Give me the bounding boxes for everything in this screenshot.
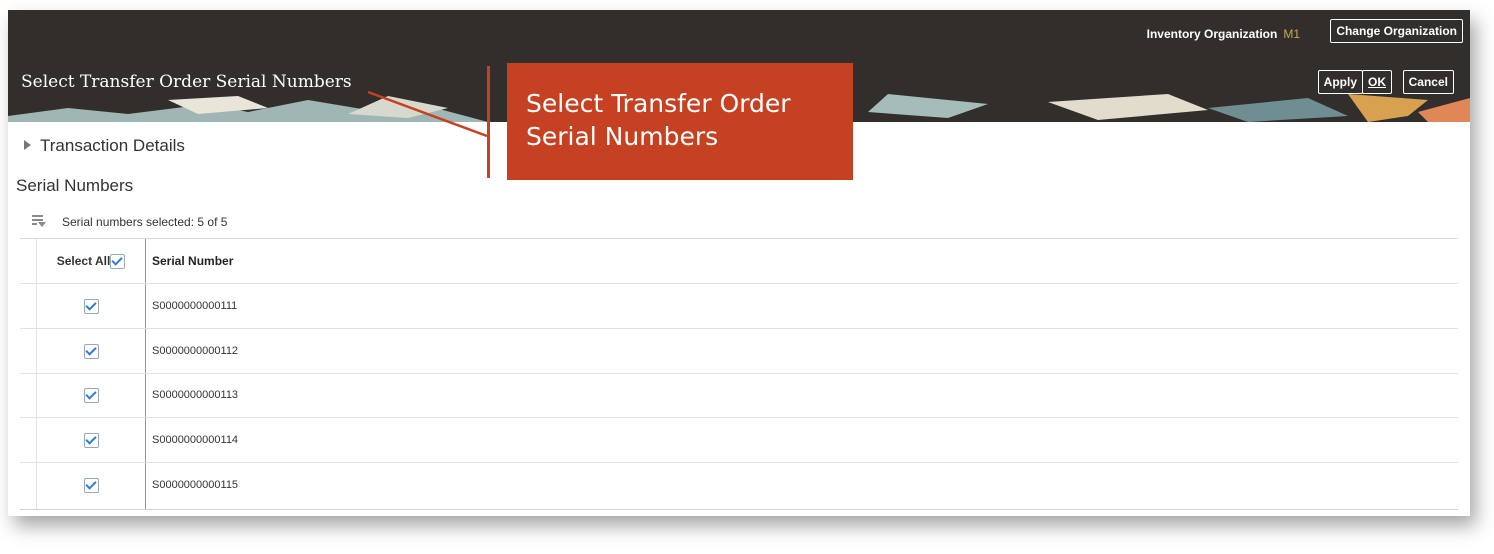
callout-bracket: [487, 66, 490, 178]
callout-line-1: Select Transfer Order: [526, 89, 791, 118]
annotation-callout: Select Transfer Order Serial Numbers: [507, 63, 853, 180]
callout-line-2: Serial Numbers: [526, 122, 719, 151]
